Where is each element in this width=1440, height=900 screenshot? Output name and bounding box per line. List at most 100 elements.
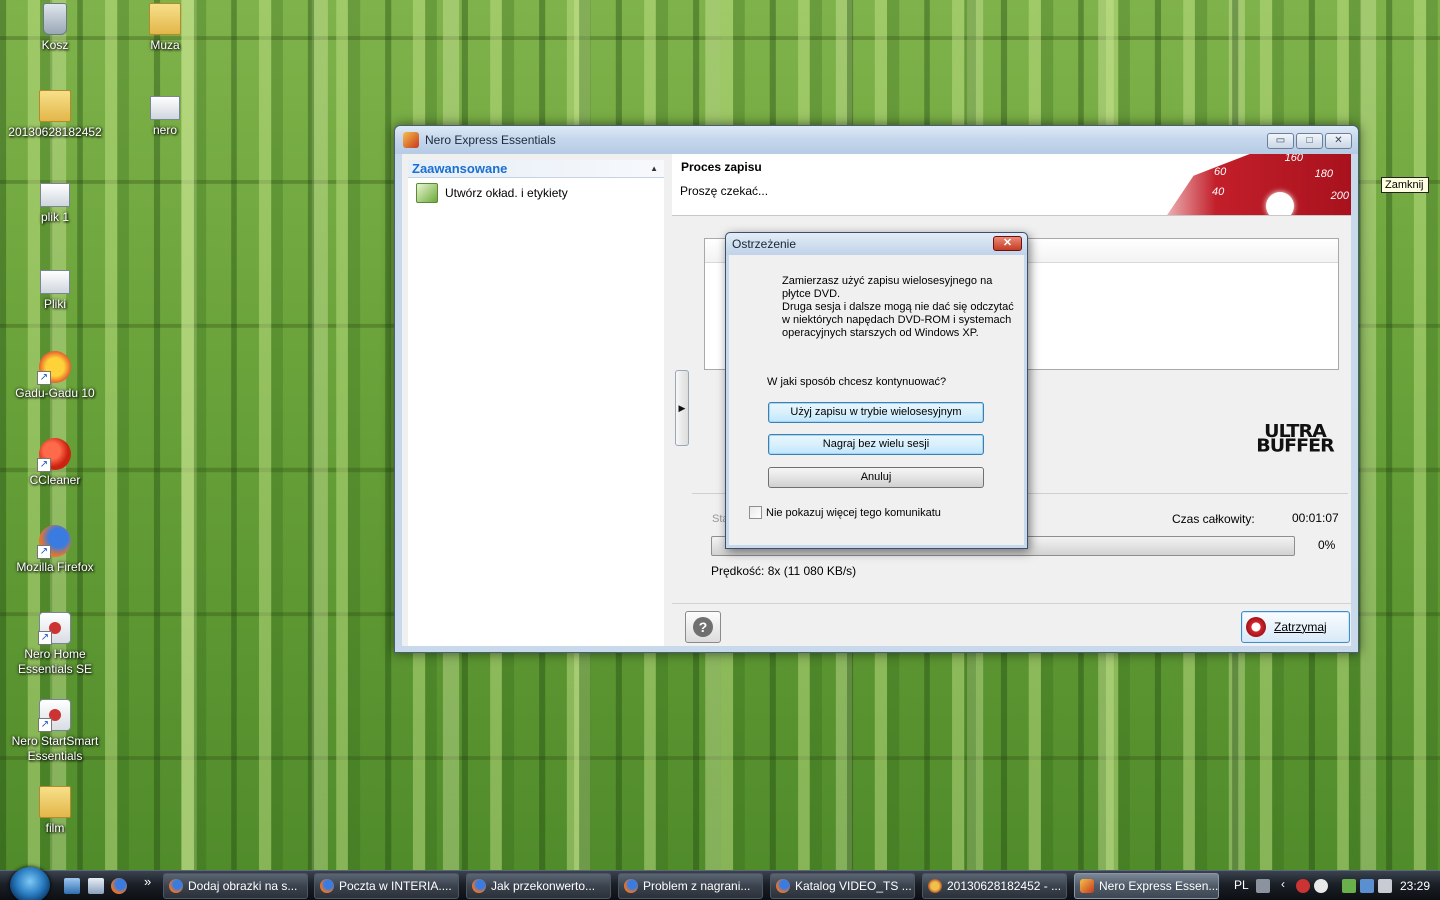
desktop-icon-firefox[interactable]: Mozilla Firefox xyxy=(7,525,103,575)
progress-percent: 0% xyxy=(1318,538,1336,552)
advanced-section-title: Zaawansowane xyxy=(412,161,508,176)
cancel-button[interactable]: Anuluj xyxy=(768,467,984,488)
video-file-icon xyxy=(40,183,70,207)
firefox-icon xyxy=(169,879,183,893)
folder-icon xyxy=(39,90,71,122)
total-time-value: 00:01:07 xyxy=(1292,511,1339,525)
page-title: Proces zapisu xyxy=(681,160,762,174)
desktop-icon-plik-1[interactable]: plik 1 xyxy=(7,177,103,225)
desktop-icon-label: Kosz xyxy=(41,38,69,52)
expand-panel-button[interactable]: ▶ xyxy=(675,370,689,446)
taskbar-item[interactable]: Dodaj obrazki na s... xyxy=(163,873,308,899)
gadu-gadu-icon xyxy=(37,351,71,385)
show-desktop-icon[interactable] xyxy=(64,878,80,894)
switch-windows-icon[interactable] xyxy=(88,878,104,894)
burn-without-multisession-button[interactable]: Nagraj bez wielu sesji xyxy=(768,434,984,455)
clock[interactable]: 23:29 xyxy=(1400,879,1430,893)
desktop-icon-label: nero xyxy=(152,123,178,137)
start-button[interactable] xyxy=(10,867,50,900)
keyboard-icon[interactable] xyxy=(1256,879,1270,893)
desktop-icon-label: Muza xyxy=(150,38,180,52)
desktop-icon-pliki[interactable]: Pliki xyxy=(7,264,103,312)
taskbar-item[interactable]: Poczta w INTERIA.... xyxy=(314,873,459,899)
message-line: płytce DVD. xyxy=(782,288,841,300)
nero-icon xyxy=(1080,879,1094,893)
gauge-number: 200 xyxy=(1330,190,1349,202)
taskbar-item-active[interactable]: Nero Express Essen... xyxy=(1074,873,1219,899)
desktop-icon-nero-home[interactable]: Nero Home Essentials SE xyxy=(7,612,103,677)
desktop-icon-nero-startsmart[interactable]: Nero StartSmart Essentials xyxy=(7,699,103,764)
desktop-icon-recycle-bin[interactable]: Kosz xyxy=(7,3,103,53)
desktop-icon-label: film xyxy=(45,821,65,835)
taskbar-item-label: 20130628182452 - ... xyxy=(947,879,1062,893)
video-file-icon xyxy=(150,96,180,120)
taskbar-item-label: Poczta w INTERIA.... xyxy=(339,879,452,893)
maximize-button[interactable]: □ xyxy=(1296,133,1323,149)
advanced-section-header[interactable]: Zaawansowane ▲ xyxy=(408,160,664,178)
desktop-icon-label: 20130628182452 xyxy=(8,125,102,139)
total-time-label: Czas całkowity: xyxy=(1172,512,1255,526)
antivirus-icon[interactable] xyxy=(1296,879,1310,893)
logo-line: BUFFER xyxy=(1256,435,1334,457)
stop-icon xyxy=(1246,617,1266,637)
firefox-quicklaunch-icon[interactable] xyxy=(111,878,127,894)
dont-show-again-checkbox[interactable] xyxy=(749,506,762,519)
volume-icon[interactable] xyxy=(1378,879,1392,893)
taskbar-item-label: Jak przekonwerto... xyxy=(491,879,596,893)
page-subtitle: Proszę czekać... xyxy=(680,184,769,198)
help-button[interactable]: ? xyxy=(685,611,721,643)
desktop-icon-label: Pliki xyxy=(43,297,66,311)
dont-show-again-label: Nie pokazuj więcej tego komunikatu xyxy=(766,506,941,519)
dont-show-again-option[interactable]: Nie pokazuj więcej tego komunikatu xyxy=(749,506,941,519)
firefox-icon xyxy=(624,879,638,893)
window-controls: ▭ □ ✕ xyxy=(1267,133,1352,149)
desktop-icon-label: Nero StartSmart Essentials xyxy=(11,734,99,763)
firefox-icon xyxy=(37,525,71,559)
close-tooltip: Zamknij xyxy=(1381,177,1429,193)
desktop-icon-muza[interactable]: Muza xyxy=(117,3,213,53)
gauge-number: 40 xyxy=(1212,186,1225,198)
message-line: w niektórych napędach DVD-ROM i systemac… xyxy=(782,314,1012,326)
minimize-button[interactable]: ▭ xyxy=(1267,133,1294,149)
desktop-icon-label: plik 1 xyxy=(40,210,69,224)
safely-remove-icon[interactable] xyxy=(1342,879,1356,893)
firefox-icon xyxy=(776,879,790,893)
gauge-needle-hub xyxy=(1266,192,1294,215)
ccleaner-icon xyxy=(37,438,71,472)
desktop-icon-nero[interactable]: nero xyxy=(117,90,213,138)
taskbar-item[interactable]: 20130628182452 - ... xyxy=(922,873,1067,899)
desktop-icon-label: Gadu-Gadu 10 xyxy=(15,386,95,400)
taskbar-item[interactable]: Jak przekonwerto... xyxy=(466,873,611,899)
use-multisession-button[interactable]: Użyj zapisu w trybie wielosesyjnym xyxy=(768,402,984,423)
ultra-buffer-logo: ULTRA BUFFER xyxy=(1254,422,1336,457)
close-button[interactable]: ✕ xyxy=(1325,133,1352,149)
folder-icon xyxy=(39,786,71,818)
dialog-question: W jaki sposób chcesz kontynuować? xyxy=(767,376,947,388)
cover-label-icon xyxy=(416,183,438,203)
recycle-bin-icon xyxy=(43,3,67,35)
window-titlebar[interactable]: Nero Express Essentials ▭ □ ✕ xyxy=(395,126,1358,154)
create-cover-item[interactable]: Utwórz okład. i etykiety xyxy=(408,178,664,203)
firefox-icon xyxy=(472,879,486,893)
quicklaunch-overflow-chevron[interactable]: » xyxy=(144,874,151,889)
desktop-icon-film[interactable]: film xyxy=(7,786,103,836)
dialog-close-button[interactable]: ✕ xyxy=(993,236,1022,251)
warning-dialog: Ostrzeżenie ✕ Zamierzasz użyć zapisu wie… xyxy=(725,232,1028,549)
update-icon[interactable] xyxy=(1314,879,1328,893)
tray-expand-chevron-icon[interactable]: ‹ xyxy=(1281,877,1285,891)
desktop-icon-label: Nero Home Essentials SE xyxy=(17,647,93,676)
advanced-pane: Zaawansowane ▲ Utwórz okład. i etykiety xyxy=(408,160,664,646)
dialog-title[interactable]: Ostrzeżenie xyxy=(726,233,1027,255)
stop-button[interactable]: Zatrzymaj xyxy=(1241,611,1350,643)
collapse-up-icon[interactable]: ▲ xyxy=(650,164,658,173)
nero-startsmart-icon xyxy=(38,699,71,732)
desktop-icon-gadu-gadu[interactable]: Gadu-Gadu 10 xyxy=(7,351,103,401)
desktop-icon-20130628182452[interactable]: 20130628182452 xyxy=(7,90,103,140)
taskbar-item[interactable]: Katalog VIDEO_TS ... xyxy=(770,873,915,899)
desktop-icon-ccleaner[interactable]: CCleaner xyxy=(7,438,103,488)
message-line: Druga sesja i dalsze mogą nie dać się od… xyxy=(782,301,1014,313)
taskbar-item[interactable]: Problem z nagrani... xyxy=(618,873,763,899)
network-icon[interactable] xyxy=(1360,879,1374,893)
language-indicator[interactable]: PL xyxy=(1234,878,1249,892)
taskbar: » Dodaj obrazki na s... Poczta w INTERIA… xyxy=(0,867,1440,900)
